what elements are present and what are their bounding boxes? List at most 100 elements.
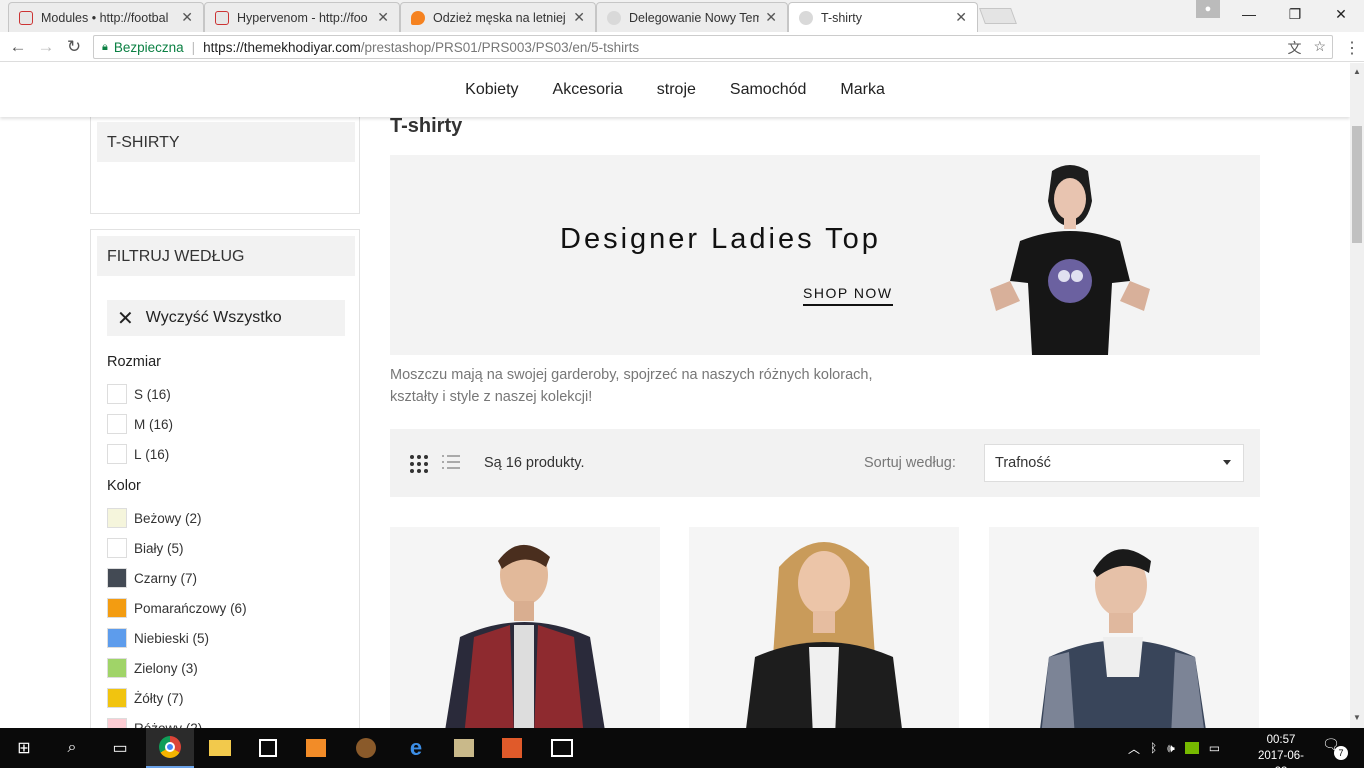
size-option-m[interactable]: M (16)	[107, 414, 173, 434]
products-toolbar: Są 16 produkty. Sortuj według: Trafność	[390, 429, 1260, 497]
close-window-icon[interactable]: ✕	[1318, 0, 1364, 28]
web-page: Kobiety Akcesoria stroje Samochód Marka …	[0, 63, 1350, 728]
size-option-s[interactable]: S (16)	[107, 384, 171, 404]
divider: |	[191, 39, 196, 55]
lock-icon: 🔒︎	[102, 40, 108, 53]
tab-title: T-shirty	[821, 10, 862, 25]
close-tab-icon[interactable]: ✕	[955, 9, 967, 26]
page-scrollbar[interactable]: ▲ ▼	[1350, 63, 1364, 728]
product-card[interactable]	[689, 527, 959, 728]
nav-item-marka[interactable]: Marka	[840, 81, 884, 99]
banner-headline: Designer Ladies Top	[560, 223, 881, 255]
address-bar[interactable]: 🔒︎ Bezpieczna | https://themekhodiyar.co…	[93, 35, 1333, 59]
scroll-up-icon[interactable]: ▲	[1353, 67, 1361, 76]
color-swatch[interactable]	[107, 598, 127, 618]
nav-item-samochod[interactable]: Samochód	[730, 81, 807, 99]
color-option[interactable]: Różowy (2)	[107, 718, 202, 728]
size-option-l[interactable]: L (16)	[107, 444, 169, 464]
app-icon[interactable]	[342, 728, 390, 768]
option-count: (16)	[146, 386, 171, 402]
search-icon[interactable]: ⌕	[48, 728, 96, 768]
nav-item-kobiety[interactable]: Kobiety	[465, 81, 518, 99]
nav-item-akcesoria[interactable]: Akcesoria	[553, 81, 623, 99]
clock[interactable]: 00:57 2017-06-23	[1252, 732, 1310, 768]
color-option[interactable]: Zielony (3)	[107, 658, 198, 678]
close-tab-icon[interactable]: ✕	[181, 9, 193, 26]
chevron-up-icon[interactable]: ︿	[1128, 740, 1140, 757]
secure-label: Bezpieczna	[113, 39, 184, 55]
grid-view-icon[interactable]	[410, 455, 428, 473]
checkbox[interactable]	[107, 444, 127, 464]
clock-date: 2017-06-23	[1257, 750, 1305, 768]
edge-icon[interactable]: e	[392, 728, 440, 768]
color-swatch[interactable]	[107, 628, 127, 648]
maps-icon[interactable]	[440, 728, 488, 768]
color-option[interactable]: Beżowy (2)	[107, 508, 202, 528]
new-tab-button[interactable]	[979, 8, 1017, 24]
scrollbar-thumb[interactable]	[1352, 126, 1362, 243]
minimize-icon[interactable]: —	[1226, 0, 1272, 28]
back-arrow-icon[interactable]: ←	[4, 37, 32, 57]
list-view-icon[interactable]	[442, 455, 460, 473]
bluetooth-icon[interactable]: ᛒ	[1150, 741, 1157, 755]
reload-icon[interactable]: ↻	[60, 37, 88, 57]
color-option[interactable]: Pomarańczowy (6)	[107, 598, 247, 618]
category-description: Moszczu mają na swojej garderoby, spojrz…	[390, 367, 873, 405]
tab-title: Hypervenom - http://foo	[237, 10, 368, 25]
gpu-icon[interactable]	[1184, 742, 1199, 754]
checkbox[interactable]	[107, 384, 127, 404]
color-swatch[interactable]	[107, 508, 127, 528]
task-view-icon[interactable]: ▭	[96, 728, 144, 768]
photos-icon[interactable]	[538, 728, 586, 768]
forward-arrow-icon[interactable]: →	[32, 37, 60, 57]
clock-time: 00:57	[1266, 734, 1296, 746]
close-tab-icon[interactable]: ✕	[573, 9, 585, 26]
promo-banner[interactable]: Designer Ladies Top SHOP NOW	[390, 155, 1260, 355]
scroll-down-icon[interactable]: ▼	[1353, 713, 1361, 722]
option-label: Niebieski	[134, 630, 189, 646]
option-count: (5)	[167, 540, 184, 556]
network-icon[interactable]: ▭	[1209, 741, 1220, 755]
filter-title: FILTRUJ WEDŁUG	[97, 236, 355, 276]
clear-all-button[interactable]: ✕ Wyczyść Wszystko	[107, 300, 345, 336]
sort-select[interactable]: Trafność	[984, 444, 1244, 482]
volume-icon[interactable]: 🕪︎	[1167, 741, 1175, 756]
browser-tab[interactable]: Delegowanie Nowy Tema ✕	[596, 2, 788, 32]
checkbox[interactable]	[107, 414, 127, 434]
color-swatch[interactable]	[107, 718, 127, 728]
product-image	[746, 542, 902, 728]
site-favicon-icon	[607, 10, 621, 25]
nav-item-stroje[interactable]: stroje	[657, 81, 696, 99]
chrome-icon[interactable]	[146, 728, 194, 768]
media-player-icon[interactable]	[292, 728, 340, 768]
store-icon[interactable]	[244, 728, 292, 768]
color-option[interactable]: Czarny (7)	[107, 568, 197, 588]
color-swatch[interactable]	[107, 538, 127, 558]
color-swatch[interactable]	[107, 658, 127, 678]
option-label: Pomarańczowy	[134, 600, 227, 616]
bookmark-star-icon[interactable]: ☆	[1313, 38, 1326, 58]
color-option[interactable]: Żółty (7)	[107, 688, 184, 708]
file-explorer-icon[interactable]	[196, 728, 244, 768]
product-card[interactable]	[989, 527, 1259, 728]
browser-tab[interactable]: Modules • http://footbal ✕	[8, 2, 204, 32]
user-profile-icon[interactable]: ●	[1196, 0, 1220, 18]
color-option[interactable]: Biały (5)	[107, 538, 184, 558]
color-swatch[interactable]	[107, 568, 127, 588]
browser-tab[interactable]: Odzież męska na letniej w ✕	[400, 2, 596, 32]
restore-icon[interactable]: ❐	[1272, 0, 1318, 28]
close-tab-icon[interactable]: ✕	[377, 9, 389, 26]
close-tab-icon[interactable]: ✕	[765, 9, 777, 26]
office-icon[interactable]	[488, 728, 536, 768]
browser-tab[interactable]: Hypervenom - http://foo ✕	[204, 2, 400, 32]
option-count: (5)	[192, 630, 210, 646]
translate-icon[interactable]: 文	[1287, 38, 1301, 58]
browser-menu-icon[interactable]: ⋮	[1344, 38, 1360, 58]
option-count: (7)	[167, 690, 184, 706]
browser-tab-active[interactable]: T-shirty ✕	[788, 2, 978, 32]
color-swatch[interactable]	[107, 688, 127, 708]
product-card[interactable]	[390, 527, 660, 728]
shop-now-link[interactable]: SHOP NOW	[803, 285, 893, 306]
windows-start-icon[interactable]: ⊞	[0, 728, 48, 768]
color-option[interactable]: Niebieski (5)	[107, 628, 209, 648]
